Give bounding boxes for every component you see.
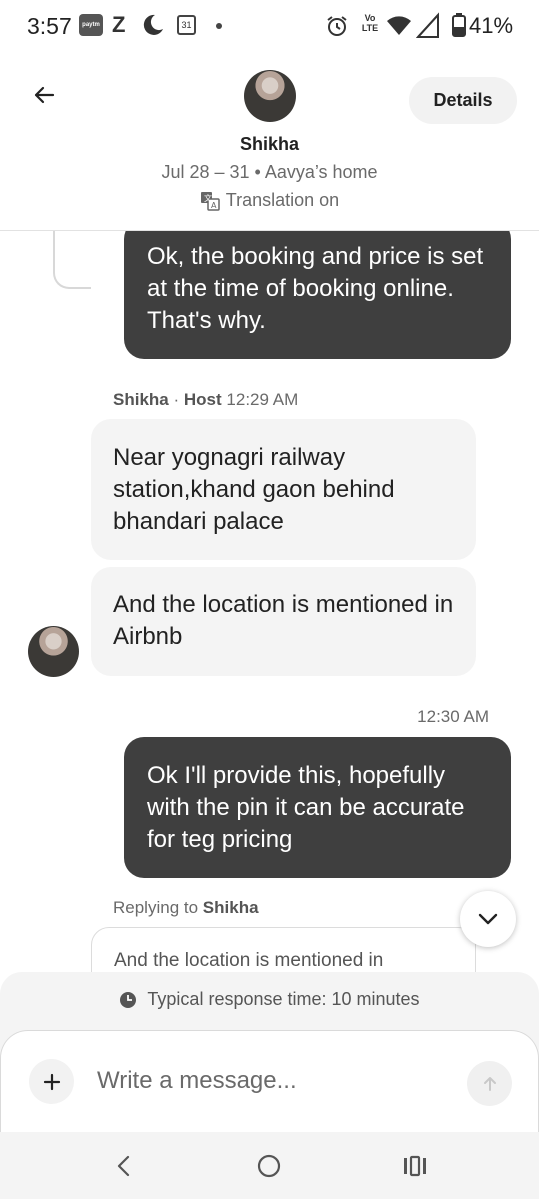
message-time: 12:30 AM [417, 707, 489, 726]
reply-connector [53, 231, 91, 289]
compose-box [0, 1030, 539, 1132]
response-time-text: Typical response time: 10 minutes [147, 989, 420, 1009]
z-icon: Z [112, 12, 126, 37]
trip-info: Jul 28 – 31 • Aavya’s home [161, 162, 378, 182]
recents-nav-icon[interactable] [399, 1150, 431, 1182]
composer-panel: Typical response time: 10 minutes [0, 972, 539, 1132]
outgoing-message[interactable]: Ok, the booking and price is set at the … [124, 231, 511, 359]
replying-to-label: Replying to Shikha [113, 898, 259, 918]
battery-percent: 41% [469, 13, 514, 38]
dot-icon [216, 23, 222, 29]
wifi-icon [387, 16, 411, 35]
home-nav-icon[interactable] [253, 1150, 285, 1182]
outgoing-message[interactable]: Ok I'll provide this, hopefully with the… [124, 737, 511, 878]
paytm-icon: paytm [79, 14, 103, 36]
svg-text:A: A [211, 201, 217, 210]
details-button[interactable]: Details [409, 77, 517, 124]
system-nav-bar [0, 1132, 539, 1199]
send-button[interactable] [467, 1061, 512, 1106]
replying-name: Shikha [202, 898, 259, 917]
message-thread[interactable]: Ok, the booking and price is set at the … [0, 231, 539, 976]
host-name: Shikha [239, 134, 300, 154]
back-nav-icon[interactable] [108, 1150, 140, 1182]
chevron-down-icon [478, 913, 498, 925]
response-time-info: Typical response time: 10 minutes [0, 989, 539, 1010]
sender-name: Shikha [113, 390, 169, 409]
calendar-icon: 31 [177, 15, 196, 35]
alarm-icon [327, 16, 347, 36]
message-time: 12:29 AM [226, 390, 299, 409]
translation-status[interactable]: 文A Translation on [0, 190, 539, 211]
status-bar: 3:57 paytm Z 31 Vo LTE 41% [0, 0, 539, 54]
meta-separator: · [173, 390, 180, 409]
message-meta: Shikha · Host 12:29 AM [113, 390, 298, 410]
sender-role: Host [183, 390, 222, 409]
translate-icon: 文A [200, 191, 220, 211]
moon-icon [143, 14, 163, 35]
scroll-to-bottom-button[interactable] [460, 891, 516, 947]
incoming-message[interactable]: And the location is mentioned in Airbnb [91, 567, 476, 676]
battery-icon [452, 13, 466, 37]
add-attachment-button[interactable] [29, 1059, 74, 1104]
send-arrow-icon [483, 1076, 496, 1091]
signal-icon [416, 12, 439, 38]
volte-icon: Vo LTE [361, 13, 379, 33]
translation-label: Translation on [225, 190, 340, 210]
host-avatar[interactable] [244, 70, 296, 122]
message-input[interactable] [97, 1059, 447, 1103]
plus-icon [43, 1073, 60, 1090]
sender-avatar[interactable] [28, 626, 79, 677]
incoming-message[interactable]: Near yognagri railway station,khand gaon… [91, 419, 476, 560]
back-arrow-icon [34, 86, 55, 104]
reply-preview[interactable]: And the location is mentioned in [91, 927, 476, 976]
back-button[interactable] [27, 78, 61, 112]
replying-prefix: Replying to [113, 898, 199, 917]
clock-icon [120, 991, 137, 1008]
status-time: 3:57 [27, 13, 72, 39]
